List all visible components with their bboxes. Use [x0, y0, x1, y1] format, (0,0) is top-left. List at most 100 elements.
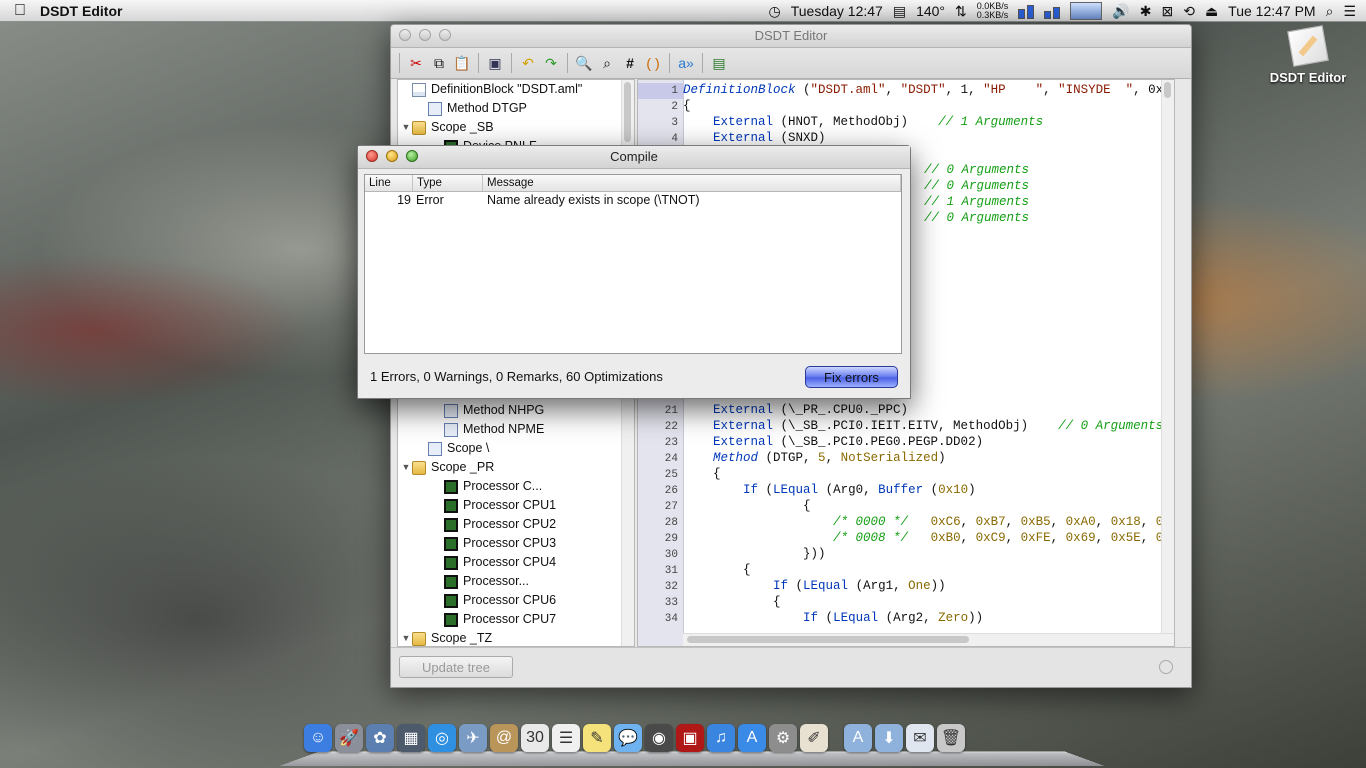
disclosure-triangle-icon[interactable]: ▼ [400, 458, 412, 477]
app-store-icon[interactable]: A [738, 724, 766, 752]
code-line[interactable]: 33 { [638, 594, 1174, 610]
error-table[interactable]: Line Type Message 19 Error Name already ex… [364, 174, 902, 354]
editor-vertical-scrollbar[interactable] [1161, 80, 1174, 646]
column-header-type[interactable]: Type [413, 175, 483, 191]
save-icon[interactable]: ▣ [486, 54, 504, 72]
paste-icon[interactable]: 📋 [453, 54, 471, 72]
clock-widget-text[interactable]: Tuesday 12:47 [791, 3, 883, 19]
time-machine-icon[interactable]: ⟲ [1183, 3, 1195, 20]
temperature-reading[interactable]: 140° [916, 3, 945, 19]
tree-item[interactable]: DefinitionBlock "DSDT.aml" [398, 80, 634, 99]
applications-folder-icon[interactable]: A [844, 724, 872, 752]
code-comment-fragment[interactable]: // 0 Arguments [924, 178, 1174, 194]
code-line[interactable]: 24 Method (DTGP, 5, NotSerialized) [638, 450, 1174, 466]
tree-item[interactable]: Processor CPU6 [398, 591, 634, 610]
facetime-icon[interactable]: ◉ [645, 724, 673, 752]
fix-errors-button[interactable]: Fix errors [805, 366, 898, 388]
itunes-icon[interactable]: ♫ [707, 724, 735, 752]
safari-icon[interactable]: ◎ [428, 724, 456, 752]
zoom-icon[interactable] [406, 150, 418, 162]
code-line[interactable]: 29 /* 0008 */ 0xB0, 0xC9, 0xFE, 0x69, 0x… [638, 530, 1174, 546]
code-comment-fragment[interactable]: // 0 Arguments [924, 162, 1174, 178]
code-line[interactable]: 23 External (\_SB_.PCI0.PEG0.PEGP.DD02) [638, 434, 1174, 450]
messages-icon[interactable]: 💬 [614, 724, 642, 752]
code-line[interactable]: 2{ [638, 98, 1174, 114]
disclosure-triangle-icon[interactable]: ▼ [400, 118, 412, 137]
close-icon[interactable] [399, 29, 411, 41]
compile-titlebar[interactable]: Compile [358, 146, 910, 169]
find-icon[interactable]: 🔍 [575, 54, 593, 72]
notes-icon[interactable]: ✎ [583, 724, 611, 752]
dsdt-editor-icon[interactable]: ✐ [800, 724, 828, 752]
menubar-clock[interactable]: Tue 12:47 PM [1228, 3, 1315, 19]
tree-item[interactable]: Processor CPU4 [398, 553, 634, 572]
find-replace-icon[interactable]: ⌕ [598, 54, 616, 72]
code-line[interactable]: 27 { [638, 498, 1174, 514]
code-line[interactable]: 26 If (LEqual (Arg0, Buffer (0x10) [638, 482, 1174, 498]
disclosure-triangle-icon[interactable]: ▼ [400, 629, 412, 646]
tree-item[interactable]: ▼ Scope _PR [398, 458, 634, 477]
zoom-icon[interactable] [439, 29, 451, 41]
tree-item[interactable]: ▼ Scope _TZ [398, 629, 634, 646]
bluetooth-icon[interactable]: ✱ [1140, 3, 1152, 20]
editor-vscroll-thumb[interactable] [1164, 82, 1171, 98]
code-line[interactable]: 3 External (HNOT, MethodObj) // 1 Argume… [638, 114, 1174, 130]
network-speeds[interactable]: 0.0KB/s 0.3KB/s [977, 2, 1009, 20]
error-row[interactable]: 19 Error Name already exists in scope (\TN… [365, 192, 901, 208]
code-line[interactable]: 30 })) [638, 546, 1174, 562]
tree-item[interactable]: Method NHPG [398, 401, 634, 420]
tree-item[interactable]: Scope \ [398, 439, 634, 458]
photo-app-icon[interactable]: ✿ [366, 724, 394, 752]
cut-icon[interactable]: ✂ [407, 54, 425, 72]
minimize-icon[interactable] [419, 29, 431, 41]
notification-center-icon[interactable]: ☰ [1343, 3, 1356, 20]
column-header-message[interactable]: Message [483, 175, 901, 191]
window-titlebar[interactable]: DSDT Editor [391, 25, 1191, 48]
tree-item[interactable]: Processor CPU7 [398, 610, 634, 629]
calendar-icon[interactable]: 30 [521, 724, 549, 752]
tree-item[interactable]: Method DTGP [398, 99, 634, 118]
code-line[interactable]: 32 If (LEqual (Arg1, One)) [638, 578, 1174, 594]
close-icon[interactable] [366, 150, 378, 162]
launchpad-icon[interactable]: 🚀 [335, 724, 363, 752]
reminders-icon[interactable]: ☰ [552, 724, 580, 752]
code-line[interactable]: 31 { [638, 562, 1174, 578]
photo-booth-icon[interactable]: ▣ [676, 724, 704, 752]
spotlight-search-icon[interactable]: ⌕ [1326, 3, 1334, 20]
code-line[interactable]: 28 /* 0000 */ 0xC6, 0xB7, 0xB5, 0xA0, 0x… [638, 514, 1174, 530]
redo-icon[interactable]: ↷ [542, 54, 560, 72]
code-comment-fragment[interactable]: // 1 Arguments [924, 194, 1174, 210]
code-line[interactable]: 4 External (SNXD) [638, 130, 1174, 146]
code-line[interactable]: 34 If (LEqual (Arg2, Zero)) [638, 610, 1174, 626]
copy-icon[interactable]: ⧉ [430, 54, 448, 72]
goto-line-icon[interactable]: # [621, 54, 639, 72]
apple-menu-icon[interactable]:  [0, 2, 40, 20]
tree-item[interactable]: Processor CPU3 [398, 534, 634, 553]
desktop-app-icon[interactable]: DSDT Editor [1268, 25, 1348, 85]
disk-meter-icon[interactable] [1044, 3, 1061, 19]
patch-icon[interactable]: ▤ [710, 54, 728, 72]
tree-item[interactable]: Processor CPU1 [398, 496, 634, 515]
code-line[interactable]: 21 External (\_PR_.CPU0._PPC) [638, 402, 1174, 418]
contacts-icon[interactable]: @ [490, 724, 518, 752]
compile-icon[interactable]: a» [677, 54, 695, 72]
undo-icon[interactable]: ↶ [519, 54, 537, 72]
update-tree-button[interactable]: Update tree [399, 656, 513, 678]
tree-item[interactable]: Processor C... [398, 477, 634, 496]
column-header-line[interactable]: Line [365, 175, 413, 191]
trash-icon[interactable]: 🗑 [937, 724, 965, 752]
code-line[interactable]: 1 DefinitionBlock ("DSDT.aml", "DSDT", 1,… [638, 82, 1174, 99]
system-info-icon[interactable]: ▦ [397, 724, 425, 752]
system-preferences-icon[interactable]: ⚙ [769, 724, 797, 752]
document-stack-icon[interactable]: ✉ [906, 724, 934, 752]
editor-hscroll-thumb[interactable] [687, 636, 969, 643]
tree-scroll-thumb[interactable] [624, 82, 631, 142]
minimize-icon[interactable] [386, 150, 398, 162]
code-comment-fragment[interactable]: // 0 Arguments [924, 210, 1174, 226]
battery-icon[interactable]: ⊠ [1161, 3, 1173, 20]
downloads-folder-icon[interactable]: ⬇ [875, 724, 903, 752]
eagle-app-icon[interactable]: ✈ [459, 724, 487, 752]
brackets-icon[interactable]: ( ) [644, 54, 662, 72]
tree-item[interactable]: Processor CPU2 [398, 515, 634, 534]
cpu-graph-icon[interactable] [1070, 2, 1103, 20]
